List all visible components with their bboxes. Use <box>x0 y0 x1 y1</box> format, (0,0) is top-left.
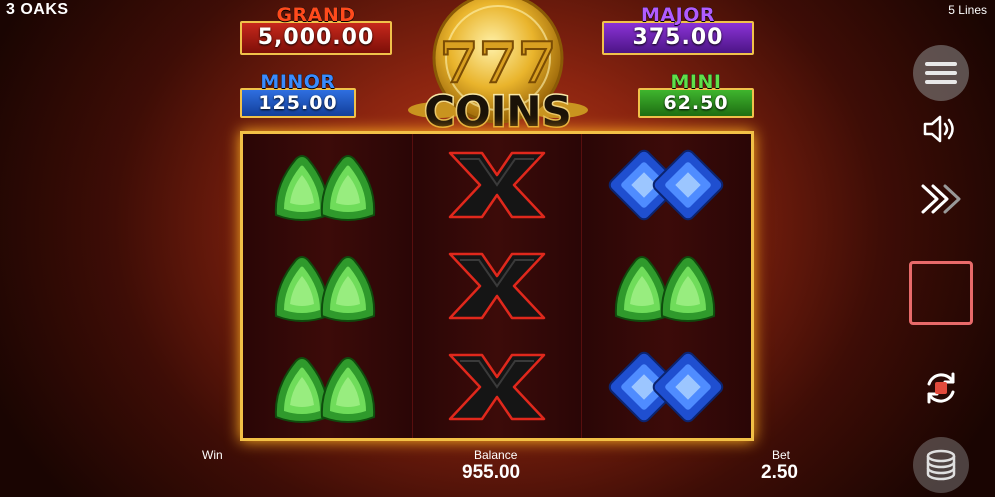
sound-button[interactable] <box>920 112 960 146</box>
reel-column-1 <box>243 134 413 438</box>
blue-gem-symbol <box>602 145 732 225</box>
bet-label: Bet <box>772 448 791 462</box>
fast-forward-icon <box>921 184 961 214</box>
green-gem-symbol <box>602 246 732 326</box>
reel-column-2 <box>412 134 583 438</box>
jackpot-minor: MINOR 125.00 <box>240 71 356 118</box>
balance-label: Balance <box>474 448 518 462</box>
speaker-icon <box>923 115 954 143</box>
reel-grid <box>240 131 754 441</box>
spin-stop-button[interactable] <box>909 261 973 325</box>
hamburger-icon <box>925 62 957 84</box>
win-label: Win <box>202 448 223 462</box>
x-symbol-symbol <box>432 246 562 326</box>
jackpot-grand-value: 5,000.00 <box>240 21 392 55</box>
green-gem-symbol <box>262 246 392 326</box>
balance-value: 955.00 <box>462 462 521 483</box>
x-symbol-symbol <box>432 145 562 225</box>
autoplay-icon <box>927 372 955 404</box>
x-symbol-symbol <box>432 347 562 427</box>
coins-game-logo: 777 COINS <box>408 0 588 132</box>
logo-coins-word: COINS <box>424 87 572 132</box>
green-gem-symbol <box>262 347 392 427</box>
jackpot-mini-value: 62.50 <box>638 88 754 118</box>
lines-count: 5 Lines <box>948 3 987 17</box>
jackpot-mini: MINI 62.50 <box>638 71 754 118</box>
autoplay-button[interactable] <box>919 366 963 410</box>
brand-logo: 3 OAKS <box>6 1 69 18</box>
jackpot-major-value: 375.00 <box>602 21 754 55</box>
jackpot-minor-value: 125.00 <box>240 88 356 118</box>
turbo-button[interactable] <box>918 180 964 218</box>
bet-value[interactable]: 2.50 <box>761 462 798 484</box>
jackpot-grand: GRAND 5,000.00 <box>240 4 392 55</box>
reel-column-3 <box>582 134 752 438</box>
coin-stack-icon <box>926 449 956 481</box>
green-gem-symbol <box>262 145 392 225</box>
blue-gem-symbol <box>602 347 732 427</box>
bet-settings-button[interactable] <box>913 437 969 493</box>
menu-button[interactable] <box>913 45 969 101</box>
jackpot-major: MAJOR 375.00 <box>602 4 754 55</box>
